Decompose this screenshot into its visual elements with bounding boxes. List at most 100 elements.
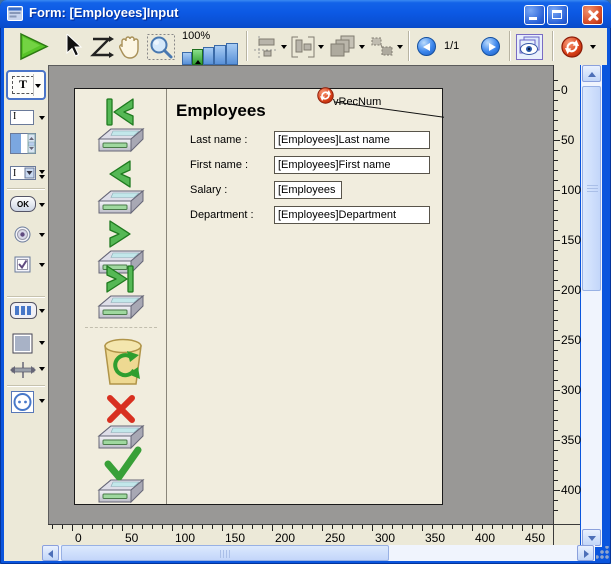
tool-text[interactable]: T xyxy=(6,70,46,100)
distribute-dropdown-arrow[interactable] xyxy=(318,45,324,49)
entry-order-tool-button[interactable] xyxy=(90,36,114,58)
form-title-object[interactable]: Employees xyxy=(176,101,266,121)
splitter-tool-dropdown-arrow[interactable] xyxy=(39,367,45,371)
accept-button[interactable] xyxy=(97,446,145,504)
design-canvas[interactable]: Employees vRecNum Last name : [Employees… xyxy=(48,65,553,524)
scroll-left-button[interactable] xyxy=(42,545,59,561)
field-label[interactable]: Last name : xyxy=(190,134,247,146)
listbox-tool-dropdown-arrow[interactable] xyxy=(39,175,45,179)
tool-button[interactable]: OK xyxy=(4,196,48,214)
zoom-bar-50[interactable] xyxy=(182,52,192,65)
button-grid-tool-icon[interactable] xyxy=(10,302,37,319)
previous-page-button[interactable] xyxy=(417,37,436,56)
cancel-button[interactable] xyxy=(97,392,145,450)
radio-tool-icon[interactable] xyxy=(14,226,31,243)
text-tool-dropdown-arrow[interactable] xyxy=(35,84,41,88)
ruler-tick xyxy=(554,300,558,301)
checkbox-tool-icon[interactable] xyxy=(14,256,31,273)
ruler-tick xyxy=(554,430,558,431)
level-tool-button[interactable] xyxy=(330,35,356,59)
field-input-department[interactable]: [Employees]Department xyxy=(274,206,430,224)
previous-record-button[interactable] xyxy=(97,159,145,215)
ruler-tick xyxy=(554,460,558,461)
align-dropdown-arrow[interactable] xyxy=(281,45,287,49)
hand-tool-button[interactable] xyxy=(117,35,143,59)
listbox-tool-icon[interactable] xyxy=(10,133,36,154)
checkbox-tool-dropdown-arrow[interactable] xyxy=(39,263,45,267)
first-record-button[interactable] xyxy=(97,97,145,153)
ruler-tick xyxy=(554,150,558,151)
level-dropdown-arrow[interactable] xyxy=(359,45,365,49)
zoom-tool-button[interactable] xyxy=(147,34,175,60)
zoom-bar-200[interactable] xyxy=(203,47,214,65)
resize-grip[interactable] xyxy=(596,546,609,559)
rectangle-tool-dropdown-arrow[interactable] xyxy=(39,341,45,345)
field-label[interactable]: Department : xyxy=(190,209,254,221)
group-dropdown-arrow[interactable] xyxy=(397,45,403,49)
ruler-tick xyxy=(554,90,560,91)
record-number-variable[interactable]: vRecNum xyxy=(333,96,381,108)
plugin-area-tool-icon[interactable] xyxy=(11,391,34,413)
splitter-tool-icon[interactable] xyxy=(10,362,36,378)
title-bar[interactable]: Form: [Employees]Input xyxy=(0,0,611,28)
group-tool-button[interactable] xyxy=(370,36,394,58)
ruler-tick xyxy=(482,525,483,529)
minimize-button[interactable] xyxy=(524,5,545,25)
ruler-tick xyxy=(554,200,558,201)
zoom-bar-800[interactable] xyxy=(226,43,238,65)
ruler-tick xyxy=(554,230,558,231)
maximize-button[interactable] xyxy=(547,5,568,25)
scroll-up-button[interactable] xyxy=(582,65,601,82)
preview-mode-button[interactable] xyxy=(516,34,543,60)
form-page[interactable]: Employees vRecNum Last name : [Employees… xyxy=(74,87,444,505)
vertical-scrollbar[interactable] xyxy=(581,65,602,547)
scroll-down-button[interactable] xyxy=(582,529,601,546)
variable-event-badge-icon[interactable] xyxy=(317,87,334,104)
zoom-level-label: 100% xyxy=(182,30,211,42)
field-label[interactable]: First name : xyxy=(190,159,248,171)
form-events-dropdown-arrow[interactable] xyxy=(590,45,596,49)
ruler-tick xyxy=(554,110,558,111)
tool-input[interactable]: I xyxy=(4,110,48,126)
field-label[interactable]: Salary : xyxy=(190,184,227,196)
selection-tool-button[interactable] xyxy=(65,34,83,58)
form-events-button[interactable] xyxy=(561,36,583,58)
column-divider-line[interactable] xyxy=(166,89,167,504)
ruler-tick xyxy=(192,525,193,529)
zoom-bar-400[interactable] xyxy=(214,45,226,65)
distribute-tool-button[interactable] xyxy=(291,36,315,58)
ruler-tick xyxy=(212,525,213,529)
ruler-tick xyxy=(422,525,423,531)
ruler-tick xyxy=(554,130,558,131)
field-input-first-name[interactable]: [Employees]First name xyxy=(274,156,430,174)
align-tool-button[interactable] xyxy=(254,36,278,58)
ruler-tick xyxy=(362,525,363,529)
palette-separator xyxy=(7,188,45,190)
ruler-label: 0 xyxy=(561,83,568,97)
rectangle-tool-icon[interactable] xyxy=(12,333,33,354)
combobox-tool-dropdown-arrow[interactable] xyxy=(39,170,45,174)
vertical-scroll-thumb[interactable] xyxy=(582,86,601,291)
radio-tool-dropdown-arrow[interactable] xyxy=(39,233,45,237)
ruler-label: 100 xyxy=(561,183,582,197)
button-tool-dropdown-arrow[interactable] xyxy=(39,203,45,207)
horizontal-scroll-thumb[interactable] xyxy=(61,545,389,561)
input-tool-dropdown-arrow[interactable] xyxy=(39,116,45,120)
horizontal-scrollbar[interactable] xyxy=(42,545,595,561)
next-page-button[interactable] xyxy=(481,37,500,56)
ruler-label: 300 xyxy=(561,383,582,397)
scroll-right-button[interactable] xyxy=(577,545,594,561)
delete-record-button[interactable] xyxy=(100,337,146,387)
last-record-button[interactable] xyxy=(97,264,145,320)
ruler-tick xyxy=(302,525,303,529)
ruler-label: 250 xyxy=(561,333,582,347)
execute-form-button[interactable] xyxy=(18,32,50,61)
ruler-tick xyxy=(554,360,558,361)
ruler-tick xyxy=(282,525,283,529)
field-input-salary[interactable]: [Employees xyxy=(274,181,342,199)
button-grid-tool-dropdown-arrow[interactable] xyxy=(39,309,45,313)
close-button[interactable] xyxy=(582,5,603,25)
plugin-area-tool-dropdown-arrow[interactable] xyxy=(39,399,45,403)
combobox-tool-icon[interactable]: I xyxy=(10,166,36,180)
field-input-last-name[interactable]: [Employees]Last name xyxy=(274,131,430,149)
